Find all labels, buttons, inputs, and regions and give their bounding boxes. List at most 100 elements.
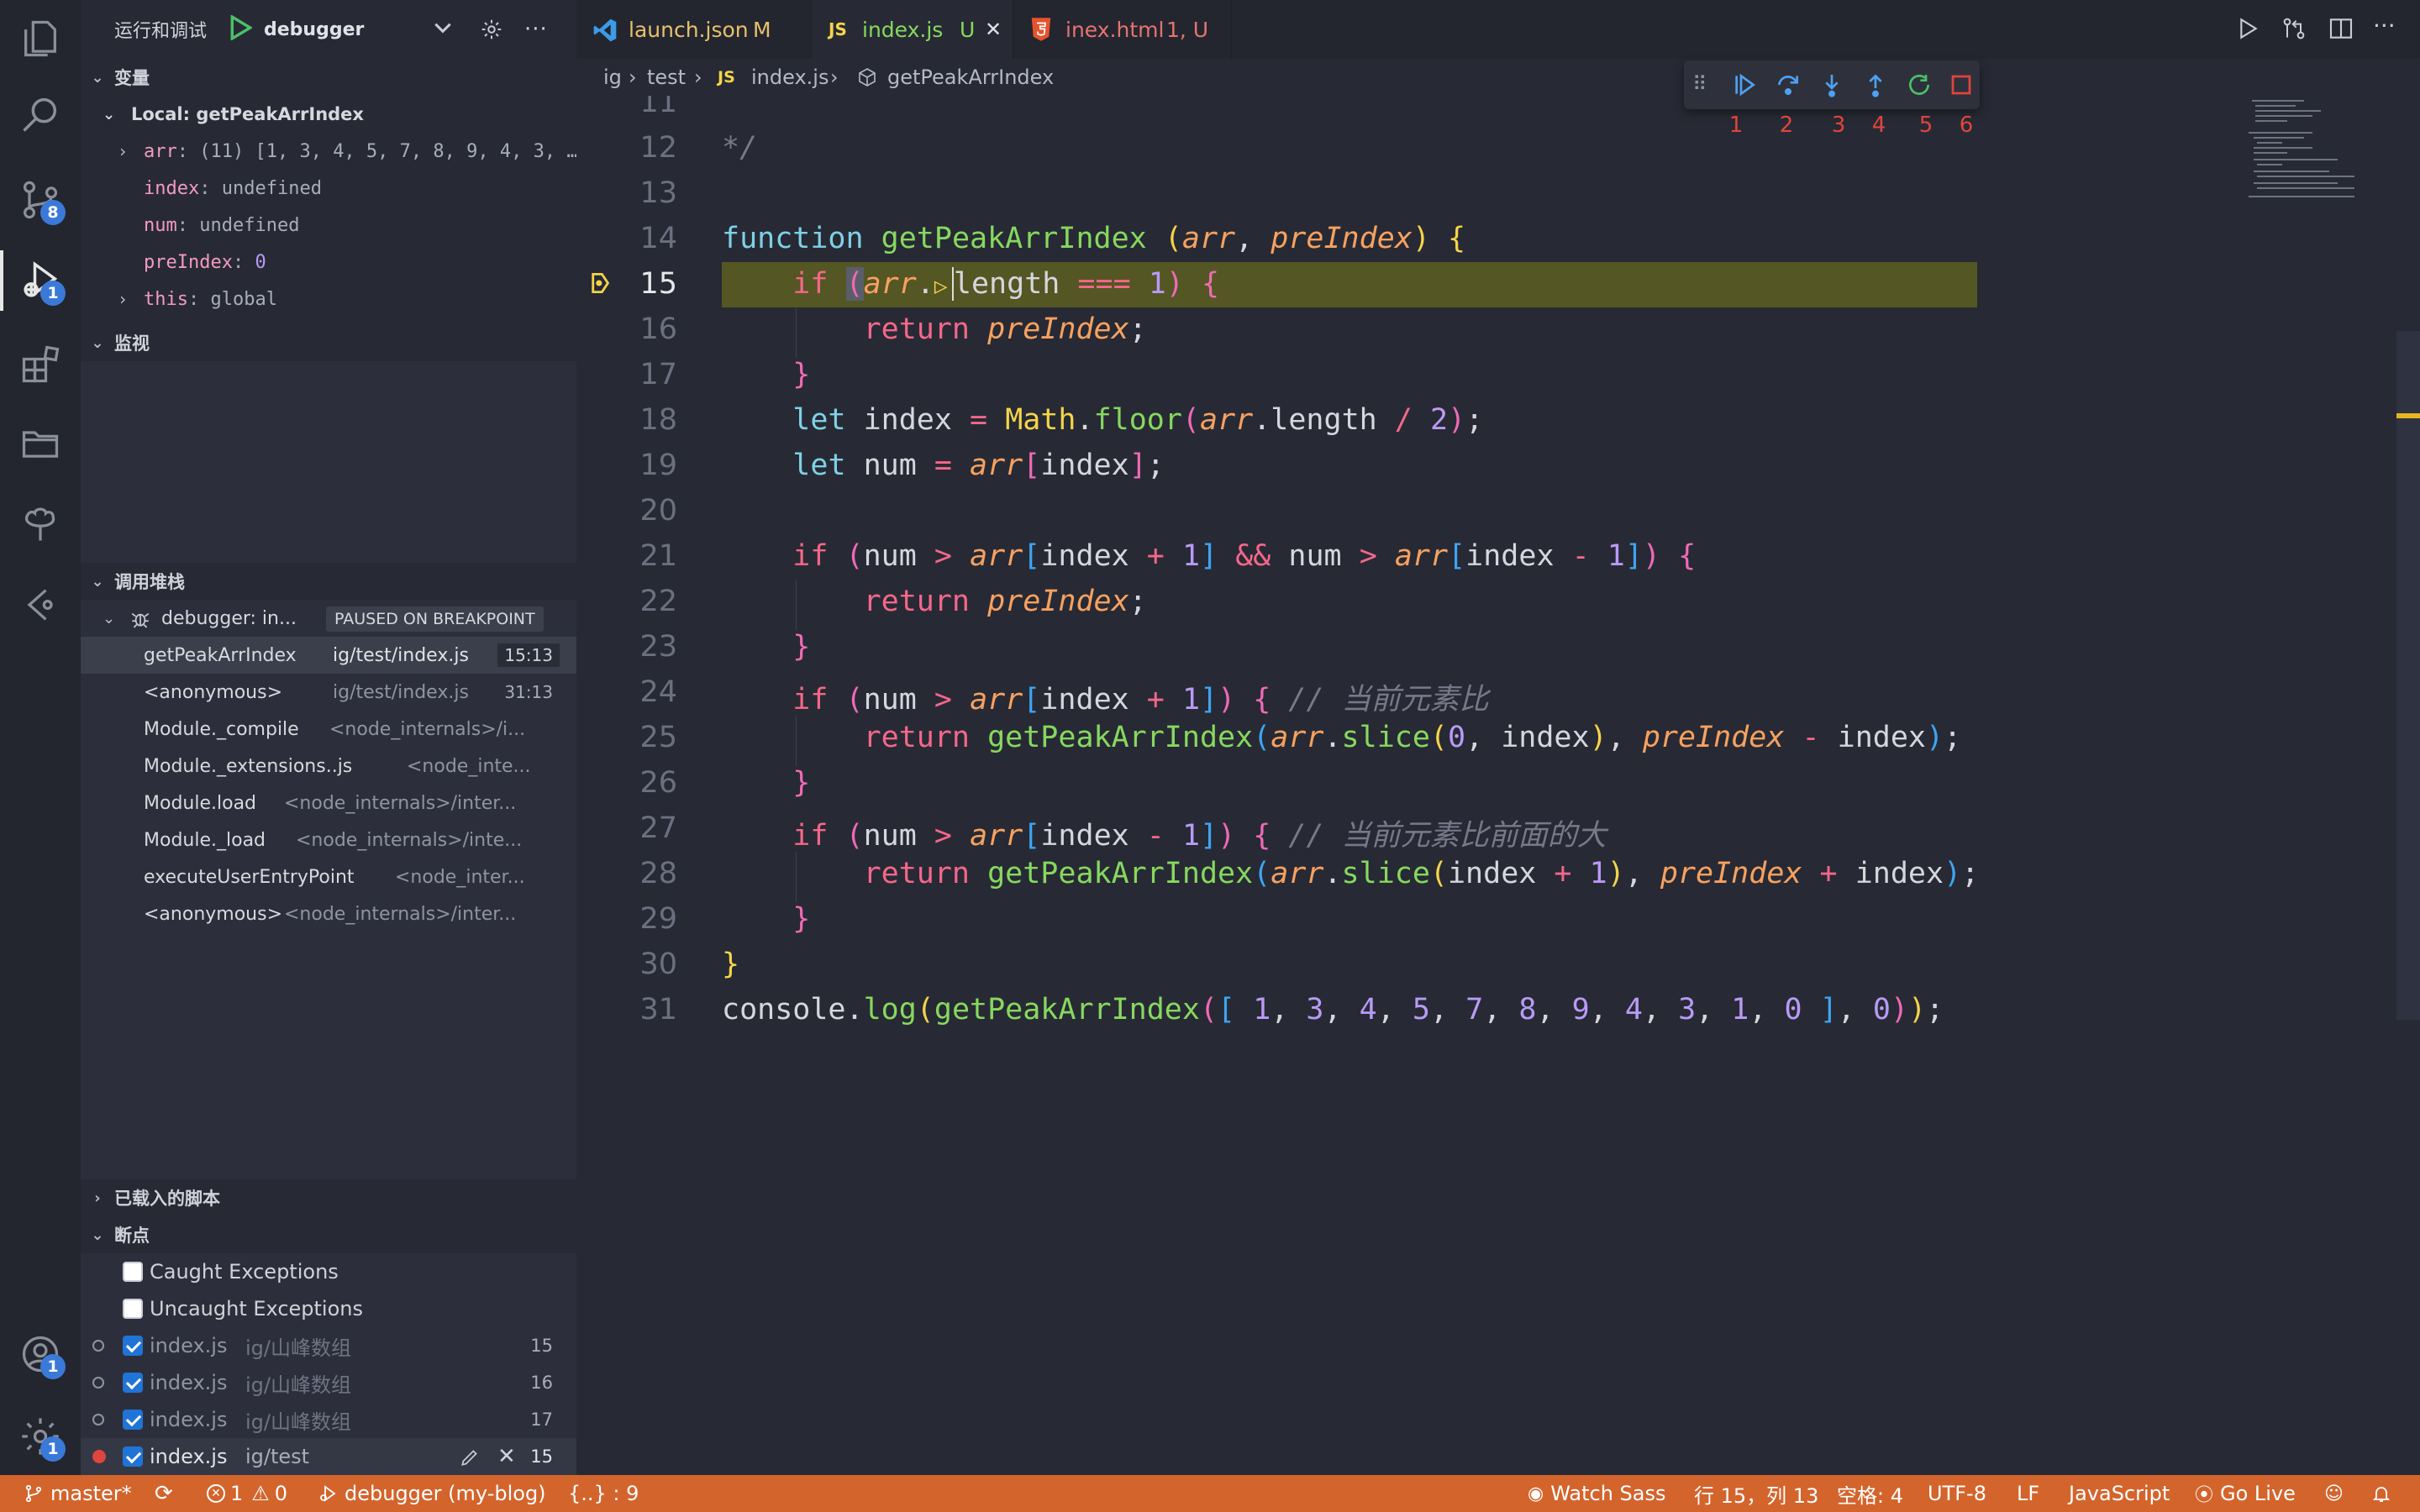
editor-tab-bar: launch.json M JS index.js U ✕ inex.html … xyxy=(576,0,2420,59)
breadcrumb-item[interactable]: index.js xyxy=(751,66,829,89)
callstack-section-header[interactable]: ⌄ 调用堆栈 xyxy=(81,563,576,600)
code-line: } xyxy=(722,948,740,981)
code-line: if (num > arr[index - 1]) { // 当前元素比前面的大 xyxy=(792,819,1607,853)
watch-section-header[interactable]: ⌄ 监视 xyxy=(81,324,576,361)
broadcast-icon: ⦿ xyxy=(2195,1485,2214,1506)
remote-explorer-icon[interactable] xyxy=(0,407,81,480)
breakpoint-checkbox[interactable] xyxy=(123,1446,143,1467)
tree-icon[interactable] xyxy=(0,487,81,561)
debug-config-select[interactable]: debugger xyxy=(264,19,364,40)
variable-row[interactable]: › arr: (11) [1, 3, 4, 5, 7, 8, 9, 4, 3, … xyxy=(81,133,576,170)
breakpoint-row[interactable]: index.js ig/山峰数组 17 xyxy=(81,1401,576,1438)
step-over-icon[interactable] xyxy=(1771,68,1805,102)
run-file-icon[interactable] xyxy=(2233,15,2260,45)
variable-row[interactable]: index: undefined xyxy=(81,170,576,207)
stack-frame-row[interactable]: getPeakArrIndex ig/test/index.js 15:13 xyxy=(81,637,576,674)
stack-frame-row[interactable]: <anonymous> ig/test/index.js 31:13 xyxy=(81,674,576,711)
indentation[interactable]: 空格: 4 xyxy=(1837,1475,1903,1512)
code-editor[interactable]: 11 12 13 14 15 16 17 18 19 20 21 22 23 2… xyxy=(576,96,2420,1475)
breadcrumb-item[interactable]: getPeakArrIndex xyxy=(887,66,1054,89)
variable-row[interactable]: num: undefined xyxy=(81,207,576,244)
stack-frame-row[interactable]: Module._load <node_internals>/inte... xyxy=(81,822,576,858)
line-number: 18 xyxy=(639,403,677,437)
continue-icon[interactable] xyxy=(1728,68,1761,102)
settings-gear-icon[interactable]: 1 xyxy=(0,1399,81,1473)
problems-indicator[interactable]: ✕ 1 ⚠ 0 xyxy=(207,1475,287,1512)
stack-frame-row[interactable]: Module._compile <node_internals>/i... xyxy=(81,711,576,748)
breakpoint-row[interactable]: index.js ig/test ✕ 15 xyxy=(81,1438,576,1475)
accounts-icon[interactable]: 1 xyxy=(0,1317,81,1391)
breakpoint-row[interactable]: index.js ig/山峰数组 16 xyxy=(81,1364,576,1401)
start-debug-icon[interactable] xyxy=(230,14,254,45)
stack-frame-row[interactable]: Module.load <node_internals>/inter... xyxy=(81,785,576,822)
language-mode[interactable]: JavaScript xyxy=(2069,1475,2170,1512)
breakpoints-section-header[interactable]: ⌄ 断点 xyxy=(81,1216,576,1253)
loaded-scripts-section-header[interactable]: › 已载入的脚本 xyxy=(81,1179,576,1216)
gitlens-icon[interactable] xyxy=(0,568,81,642)
debug-session-row[interactable]: ⌄ debugger: in... PAUSED ON BREAKPOINT xyxy=(81,600,576,637)
line-number: 20 xyxy=(639,494,677,528)
run-debug-icon[interactable]: 1 xyxy=(0,244,81,318)
drag-handle-icon[interactable]: ⠿ xyxy=(1692,72,1707,96)
chevron-down-icon[interactable] xyxy=(432,17,454,44)
end-of-line[interactable]: LF xyxy=(2017,1475,2039,1512)
error-icon: ✕ xyxy=(207,1484,225,1503)
search-icon[interactable] xyxy=(0,77,81,151)
stack-frame-row[interactable]: Module._extensions..js <node_inte... xyxy=(81,748,576,785)
editor-scrollbar[interactable] xyxy=(2396,331,2420,1020)
uncaught-exceptions-checkbox[interactable] xyxy=(123,1299,143,1319)
cursor-position[interactable]: 行 15，列 13 xyxy=(1694,1475,1818,1512)
extensions-icon[interactable] xyxy=(0,328,81,402)
caught-exceptions-row[interactable]: Caught Exceptions xyxy=(81,1253,576,1290)
breadcrumb-item[interactable]: test xyxy=(647,66,686,89)
step-into-icon[interactable] xyxy=(1815,68,1849,102)
close-tab-icon[interactable]: ✕ xyxy=(985,18,1002,41)
branch-indicator[interactable]: master* xyxy=(24,1475,132,1512)
encoding[interactable]: UTF-8 xyxy=(1928,1475,1986,1512)
breakpoint-row[interactable]: index.js ig/山峰数组 15 xyxy=(81,1327,576,1364)
scrollbar-marker xyxy=(2396,413,2420,418)
open-changes-icon[interactable] xyxy=(2281,15,2307,45)
uncaught-exceptions-row[interactable]: Uncaught Exceptions xyxy=(81,1290,576,1327)
code-line: return preIndex; xyxy=(863,585,1147,618)
breadcrumb-item[interactable]: ig xyxy=(603,66,622,89)
go-live-button[interactable]: ⦿ Go Live xyxy=(2195,1475,2296,1512)
annotation-number: 4 xyxy=(1871,113,1886,138)
unverified-breakpoint-icon xyxy=(92,1340,104,1352)
tab-launch-json[interactable]: launch.json M xyxy=(576,0,812,59)
variable-row[interactable]: preIndex: 0 xyxy=(81,244,576,281)
breakpoint-checkbox[interactable] xyxy=(123,1373,143,1393)
restart-icon[interactable] xyxy=(1902,68,1936,102)
breakpoint-checkbox[interactable] xyxy=(123,1410,143,1430)
split-editor-icon[interactable] xyxy=(2328,15,2354,45)
source-control-icon[interactable]: 8 xyxy=(0,163,81,237)
remove-breakpoint-icon[interactable]: ✕ xyxy=(497,1444,516,1469)
sync-icon[interactable]: ⟳ xyxy=(155,1475,173,1512)
variables-scope-local[interactable]: ⌄ Local: getPeakArrIndex xyxy=(81,96,576,133)
breakpoint-checkbox[interactable] xyxy=(123,1336,143,1356)
edit-pencil-icon[interactable] xyxy=(459,1446,481,1473)
json-info[interactable]: {..} : 9 xyxy=(568,1475,639,1512)
stop-icon[interactable] xyxy=(1944,68,1978,102)
step-out-icon[interactable] xyxy=(1859,68,1892,102)
tab-index-js[interactable]: JS index.js U ✕ xyxy=(812,0,1013,59)
variables-section-header[interactable]: ⌄ 变量 xyxy=(81,59,576,96)
line-number: 13 xyxy=(639,176,677,210)
tab-inex-html[interactable]: inex.html 1, U xyxy=(1013,0,1232,59)
line-number-current: 15 xyxy=(639,267,677,301)
code-line: if (arr.▷ length === 1) { xyxy=(792,267,1220,301)
gear-icon[interactable] xyxy=(479,17,504,47)
notifications-bell-icon[interactable] xyxy=(2371,1475,2391,1512)
caught-exceptions-checkbox[interactable] xyxy=(123,1262,143,1282)
line-number: 11 xyxy=(639,96,677,119)
debug-session-indicator[interactable]: debugger (my-blog) xyxy=(318,1475,546,1512)
more-actions-icon[interactable]: ··· xyxy=(2373,12,2396,39)
explorer-icon[interactable] xyxy=(0,2,81,76)
stack-frame-row[interactable]: <anonymous> <node_internals>/inter... xyxy=(81,895,576,932)
watch-sass-button[interactable]: ◉ Watch Sass xyxy=(1528,1475,1666,1512)
feedback-icon[interactable]: ☺ xyxy=(2324,1475,2344,1512)
minimap[interactable] xyxy=(2245,96,2363,205)
more-actions-icon[interactable]: ··· xyxy=(524,17,548,42)
variable-row[interactable]: › this: global xyxy=(81,281,576,318)
stack-frame-row[interactable]: executeUserEntryPoint <node_inter... xyxy=(81,858,576,895)
